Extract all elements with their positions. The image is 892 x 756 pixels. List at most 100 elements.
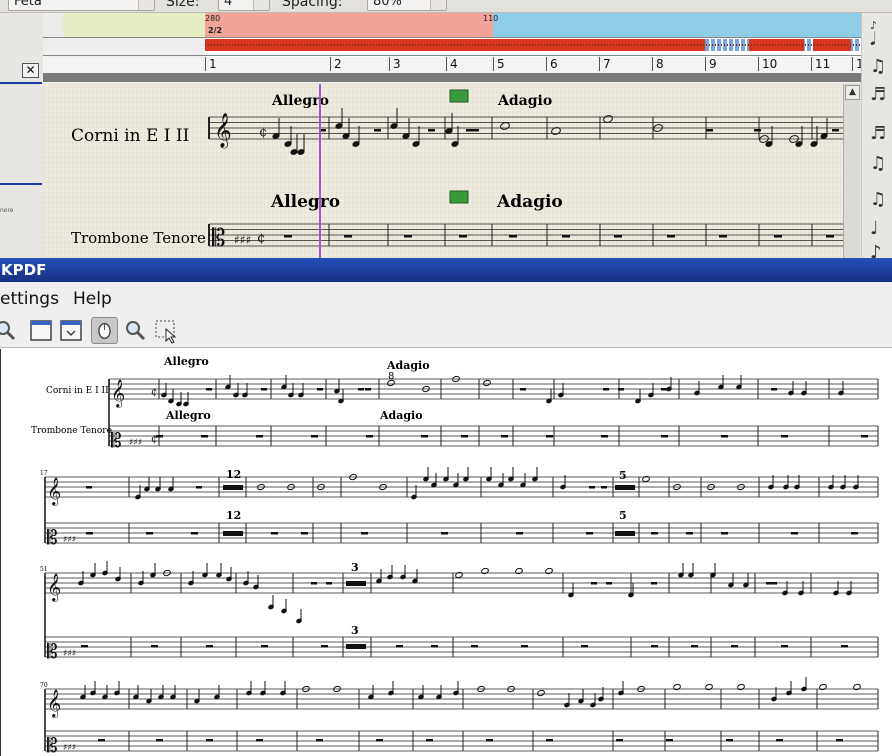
quarter-note-icon[interactable]: ♩: [870, 218, 879, 239]
timeline-beat: [205, 44, 206, 46]
whole-rest: [471, 645, 478, 648]
timeline-beat: [634, 44, 635, 46]
measure-number[interactable]: 8: [656, 57, 664, 71]
zoom-tool-icon[interactable]: [122, 317, 149, 344]
timeline-beat: [502, 44, 503, 46]
whole-rest: [651, 582, 657, 585]
timeline-beat: [847, 44, 848, 46]
timeline-beat: [490, 44, 491, 46]
triplet-icon[interactable]: ♫: [870, 189, 886, 210]
timeline-band-1: [63, 13, 205, 37]
timeline-beat: [853, 44, 854, 46]
timeline-beat: [724, 44, 725, 46]
timeline-beat: [628, 44, 629, 46]
multirest-count: 12: [226, 509, 241, 522]
timeline-beat: [817, 44, 818, 46]
whole-rest: [472, 129, 479, 132]
whole-rest: [86, 532, 93, 535]
timeline-beat: [292, 44, 293, 46]
tempo-change-marker[interactable]: [449, 89, 469, 103]
timeline-beat: [397, 44, 398, 46]
timeline-beat: [322, 44, 323, 46]
treble-clef-icon: 𝄞: [214, 113, 232, 149]
timeline-beat: [850, 44, 851, 46]
pdf-page[interactable]: 𝄞 𝄡 ♯♯♯ ¢ ¢ 8 𝄞 𝄡 ♯♯♯ 𝄞 𝄡 ♯♯♯ 𝄞 𝄡 ♯♯♯ Allegro Adagio C…: [0, 349, 892, 756]
whole-rest: [421, 435, 428, 438]
beamed-sixteenth-icon[interactable]: ♬: [870, 84, 886, 105]
whole-rest: [706, 129, 713, 132]
whole-rest: [841, 645, 848, 648]
timeline-beat: [781, 44, 782, 46]
eighth-note-icon[interactable]: ♫: [870, 56, 886, 77]
zoom-icon[interactable]: [0, 317, 19, 344]
spacing-spinbox[interactable]: 80%: [367, 0, 447, 11]
alto-clef-icon: 𝄡: [47, 527, 58, 549]
timeline-beat: [370, 44, 371, 46]
timeline-beat: [349, 44, 350, 46]
thirty-second-icon[interactable]: ♬: [870, 123, 886, 144]
timeline-beat: [832, 44, 833, 46]
measure-ruler[interactable]: 1 2 3 4 5 6 7 8 9 10 11 1: [43, 57, 864, 74]
size-spinbox[interactable]: 4: [218, 0, 270, 11]
whole-rest: [156, 739, 163, 742]
timeline-beat: [364, 44, 365, 46]
timeline-beat: [478, 44, 479, 46]
timeline-beat: [727, 44, 728, 46]
timeline-measure-block: [330, 39, 389, 51]
timeline-beat: [277, 44, 278, 46]
score-scrollbar[interactable]: ▲: [843, 84, 860, 258]
browse-tool-icon[interactable]: [91, 317, 118, 344]
select-tool-icon[interactable]: [152, 317, 179, 344]
measure-number[interactable]: 11: [815, 57, 830, 71]
menu-help[interactable]: Help: [73, 289, 112, 309]
whole-rest: [344, 235, 352, 238]
whole-rest: [546, 739, 553, 742]
whole-rest: [365, 388, 371, 391]
multirest-count: 3: [351, 624, 359, 637]
timeline-beat: [742, 44, 743, 46]
measure-number[interactable]: 7: [603, 57, 611, 71]
whole-rest: [686, 532, 693, 535]
timeline-beat: [556, 44, 557, 46]
measure-number[interactable]: 6: [550, 57, 558, 71]
timeline-beat: [331, 44, 332, 46]
fit-page-icon[interactable]: [57, 317, 84, 344]
tuplet-icon[interactable]: ♫: [870, 153, 886, 174]
timeline-beat: [520, 44, 521, 46]
measure-number[interactable]: 9: [709, 57, 717, 71]
measure-number[interactable]: 4: [450, 57, 458, 71]
measure-number[interactable]: 5: [497, 57, 505, 71]
score-canvas[interactable]: 𝄞 𝄡 ♯♯♯ ¢ ¢ Allegro Adagio Corni in E I II A…: [44, 84, 843, 258]
timeline-beat: [388, 44, 389, 46]
measure-number[interactable]: 3: [393, 57, 401, 71]
whole-rest: [731, 645, 738, 648]
grace-note-icon[interactable]: 𝅘𝅥: [870, 29, 876, 50]
measure-number[interactable]: 10: [762, 57, 777, 71]
close-icon[interactable]: ✕: [22, 63, 39, 78]
score-view[interactable]: 𝄞 𝄡 ♯♯♯ ¢ ¢ Allegro Adagio Corni in E I II A…: [44, 84, 843, 258]
whole-rest: [791, 532, 798, 535]
scroll-up-icon[interactable]: ▲: [845, 85, 860, 100]
whole-rest: [466, 129, 473, 132]
timeline-beat: [283, 44, 284, 46]
staff-name-corni: Corni in E I II: [71, 126, 189, 146]
kpdf-title-bar[interactable]: KPDF: [0, 258, 892, 282]
measure-number[interactable]: 2: [334, 57, 342, 71]
timeline-beat: [484, 44, 485, 46]
timeline-beat: [256, 44, 257, 46]
whole-rest: [614, 235, 622, 238]
timeline-beat: [823, 44, 824, 46]
font-combo[interactable]: Feta: [8, 0, 155, 11]
note-head: [853, 683, 861, 691]
measure-number[interactable]: 1: [209, 57, 217, 71]
timeline-beat: [232, 44, 233, 46]
timeline-beat: [343, 44, 344, 46]
whole-rest: [603, 388, 609, 391]
timeline-beat: [568, 44, 569, 46]
kpdf-toolbar: [0, 314, 892, 348]
menu-settings[interactable]: ettings: [0, 289, 59, 309]
fit-width-icon[interactable]: [27, 317, 54, 344]
whole-rest: [146, 532, 153, 535]
tempo-change-marker[interactable]: [449, 190, 469, 204]
time-signature-label: 2/2: [208, 26, 223, 35]
